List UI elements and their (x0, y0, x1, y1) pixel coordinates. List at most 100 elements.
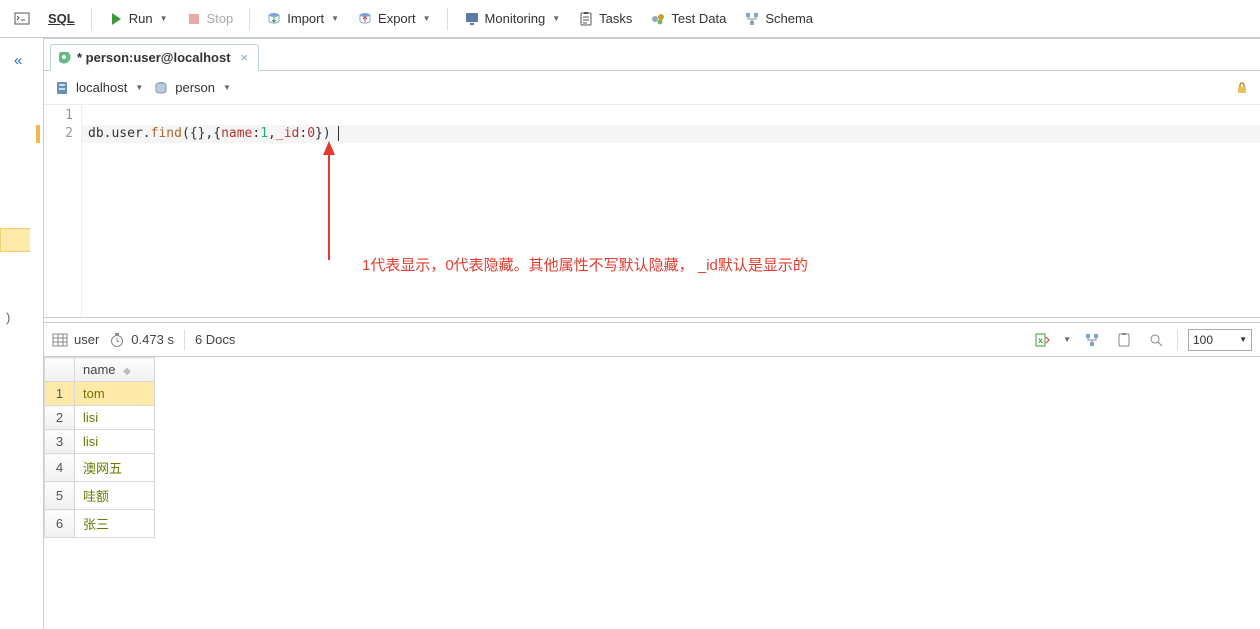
cell-name[interactable]: 哇额 (75, 482, 155, 510)
code-line: db.user.find({},{name:1,_id:0}) (82, 125, 1260, 143)
expand-left-panel-icon[interactable]: « (14, 52, 22, 69)
main-toolbar: SQL Run ▼ Stop Import ▼ Export ▼ Monitor… (0, 0, 1260, 38)
line-gutter: 1 2 (44, 105, 82, 317)
db-selector[interactable]: person ▼ (153, 80, 231, 96)
import-button[interactable]: Import ▼ (258, 5, 347, 33)
editor-tab-title: * person:user@localhost (77, 50, 231, 65)
row-number: 4 (45, 454, 75, 482)
import-icon (266, 11, 282, 27)
row-number: 6 (45, 510, 75, 538)
toolbar-separator (249, 8, 250, 30)
schema-icon (744, 11, 760, 27)
annotation-arrow-icon (314, 135, 344, 265)
row-number: 5 (45, 482, 75, 510)
result-grid[interactable]: name ◆ 1 tom 2 lisi 3 lisi (44, 357, 1260, 629)
run-button[interactable]: Run ▼ (100, 5, 176, 33)
page-size-value: 100 (1193, 333, 1213, 347)
schema-label: Schema (765, 11, 813, 26)
table-row[interactable]: 2 lisi (45, 406, 155, 430)
stop-button[interactable]: Stop (178, 5, 242, 33)
cell-name[interactable]: 张三 (75, 510, 155, 538)
server-icon (54, 80, 70, 96)
line-number: 2 (44, 125, 73, 143)
clipboard-icon (578, 11, 594, 27)
testdata-icon (650, 11, 666, 27)
table-row[interactable]: 6 张三 (45, 510, 155, 538)
chevron-down-icon: ▼ (223, 83, 231, 92)
tree-icon (1084, 332, 1100, 348)
left-panel-glyph: ) (6, 310, 10, 325)
lock-icon[interactable] (1234, 80, 1250, 96)
test-data-label: Test Data (671, 11, 726, 26)
result-time-label: 0.473 s (131, 332, 174, 347)
toolbar-separator (91, 8, 92, 30)
host-selector[interactable]: localhost ▼ (54, 80, 143, 96)
stop-icon (186, 11, 202, 27)
grid-icon (52, 332, 68, 348)
run-label: Run (129, 11, 153, 26)
export-icon (357, 11, 373, 27)
editor-tab[interactable]: * person:user@localhost × (50, 44, 259, 71)
terminal-button[interactable] (6, 5, 38, 33)
cell-name[interactable]: lisi (75, 406, 155, 430)
left-panel-selection (0, 228, 30, 252)
chevron-down-icon: ▼ (423, 14, 431, 23)
column-header-label: name (83, 362, 116, 377)
clipboard-icon (1116, 332, 1132, 348)
code-line (82, 107, 1260, 125)
chevron-down-icon[interactable]: ▼ (1063, 335, 1071, 344)
line-number: 1 (44, 107, 73, 125)
result-separator (1177, 330, 1178, 350)
monitoring-label: Monitoring (485, 11, 546, 26)
result-count: 6 Docs (195, 332, 235, 347)
chevron-down-icon: ▼ (552, 14, 560, 23)
chevron-down-icon: ▼ (160, 14, 168, 23)
connection-bar: localhost ▼ person ▼ (44, 71, 1260, 105)
close-tab-icon[interactable]: × (241, 50, 249, 65)
import-label: Import (287, 11, 324, 26)
chevron-down-icon: ▼ (135, 83, 143, 92)
collection-icon (59, 52, 71, 64)
cell-name[interactable]: lisi (75, 430, 155, 454)
sql-label: SQL (48, 11, 75, 26)
sql-button[interactable]: SQL (40, 5, 83, 33)
main-area: * person:user@localhost × localhost ▼ pe… (44, 38, 1260, 629)
code-area[interactable]: db.user.find({},{name:1,_id:0}) 1代表显示，0代… (82, 105, 1260, 317)
tasks-label: Tasks (599, 11, 632, 26)
code-editor[interactable]: 1 2 db.user.find({},{name:1,_id:0}) 1代表显… (44, 105, 1260, 317)
table-row[interactable]: 1 tom (45, 382, 155, 406)
table-row[interactable]: 5 哇额 (45, 482, 155, 510)
zoom-result-button[interactable] (1145, 329, 1167, 351)
table-row[interactable]: 4 澳网五 (45, 454, 155, 482)
result-separator (184, 330, 185, 350)
chevron-down-icon: ▼ (331, 14, 339, 23)
row-number: 1 (45, 382, 75, 406)
stop-label: Stop (207, 11, 234, 26)
host-label: localhost (76, 80, 127, 95)
column-header[interactable]: name ◆ (75, 358, 155, 382)
grid-corner (45, 358, 75, 382)
tree-view-button[interactable] (1081, 329, 1103, 351)
monitor-icon (464, 11, 480, 27)
cell-name[interactable]: 澳网五 (75, 454, 155, 482)
copy-result-button[interactable] (1113, 329, 1135, 351)
result-header: user 0.473 s 6 Docs x ▼ 100 ▼ (44, 323, 1260, 357)
page-size-select[interactable]: 100 ▼ (1188, 329, 1252, 351)
tasks-button[interactable]: Tasks (570, 5, 640, 33)
export-button[interactable]: Export ▼ (349, 5, 439, 33)
cell-name[interactable]: tom (75, 382, 155, 406)
excel-export-icon: x (1034, 332, 1050, 348)
toolbar-separator (447, 8, 448, 30)
row-number: 2 (45, 406, 75, 430)
export-result-button[interactable]: x (1031, 329, 1053, 351)
schema-button[interactable]: Schema (736, 5, 821, 33)
db-label: person (175, 80, 215, 95)
monitoring-button[interactable]: Monitoring ▼ (456, 5, 569, 33)
chevron-down-icon: ▼ (1239, 335, 1247, 344)
table-row[interactable]: 3 lisi (45, 430, 155, 454)
annotation-text: 1代表显示，0代表隐藏。其他属性不写默认隐藏， _id默认是显示的 (362, 257, 808, 275)
sort-icon[interactable]: ◆ (123, 366, 131, 377)
test-data-button[interactable]: Test Data (642, 5, 734, 33)
row-number: 3 (45, 430, 75, 454)
editor-tabbar: * person:user@localhost × (44, 39, 1260, 71)
